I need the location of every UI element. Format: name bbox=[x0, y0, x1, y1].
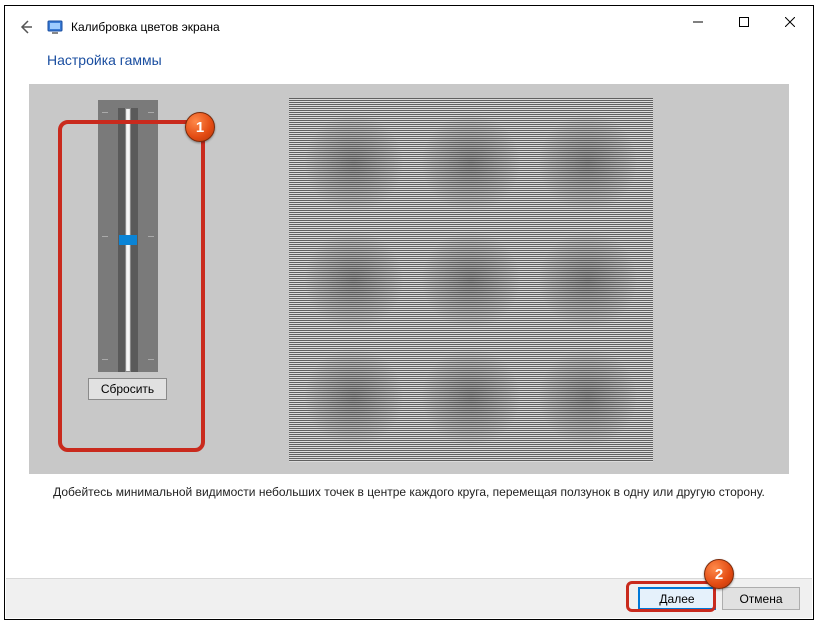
pattern-dot bbox=[422, 231, 520, 329]
tick-bot-left bbox=[102, 359, 108, 360]
gamma-slider-area: Сбросить bbox=[71, 100, 184, 400]
back-button[interactable] bbox=[13, 14, 39, 40]
pattern-dot bbox=[305, 348, 403, 446]
content-area: Настройка гаммы Сбросить bbox=[5, 52, 813, 507]
pattern-dot bbox=[539, 114, 637, 212]
close-button[interactable] bbox=[767, 6, 813, 38]
tick-top-left bbox=[102, 112, 108, 113]
tick-bot-right bbox=[148, 359, 154, 360]
close-icon bbox=[785, 17, 795, 27]
minimize-button[interactable] bbox=[675, 6, 721, 38]
window-frame: Калибровка цветов экрана Настройка гаммы bbox=[4, 5, 814, 620]
cancel-button[interactable]: Отмена bbox=[722, 587, 800, 610]
slider-rail bbox=[125, 108, 131, 372]
window-title: Калибровка цветов экрана bbox=[71, 20, 220, 34]
maximize-button[interactable] bbox=[721, 6, 767, 38]
slider-track bbox=[118, 108, 138, 372]
minimize-icon bbox=[693, 17, 703, 27]
tick-top-right bbox=[148, 112, 154, 113]
calibration-panel: Сбросить bbox=[29, 84, 789, 474]
arrow-left-icon bbox=[18, 19, 34, 35]
tick-mid-right bbox=[148, 236, 154, 237]
slider-thumb[interactable] bbox=[119, 235, 137, 245]
monitor-icon bbox=[47, 19, 63, 35]
pattern-dot bbox=[305, 114, 403, 212]
gamma-slider[interactable] bbox=[98, 100, 158, 372]
pattern-dot bbox=[539, 348, 637, 446]
pattern-dot bbox=[422, 348, 520, 446]
pattern-dot bbox=[422, 114, 520, 212]
tick-mid-left bbox=[102, 236, 108, 237]
pattern-dot bbox=[305, 231, 403, 329]
gamma-pattern bbox=[289, 98, 653, 462]
titlebar: Калибровка цветов экрана bbox=[5, 6, 813, 48]
page-heading: Настройка гаммы bbox=[47, 52, 789, 68]
window-controls bbox=[675, 6, 813, 38]
instruction-text: Добейтесь минимальной видимости небольши… bbox=[29, 474, 789, 507]
footer-bar: Далее Отмена bbox=[6, 578, 812, 618]
reset-button[interactable]: Сбросить bbox=[88, 378, 167, 400]
next-button[interactable]: Далее bbox=[638, 587, 716, 610]
pattern-dot bbox=[539, 231, 637, 329]
maximize-icon bbox=[739, 17, 749, 27]
